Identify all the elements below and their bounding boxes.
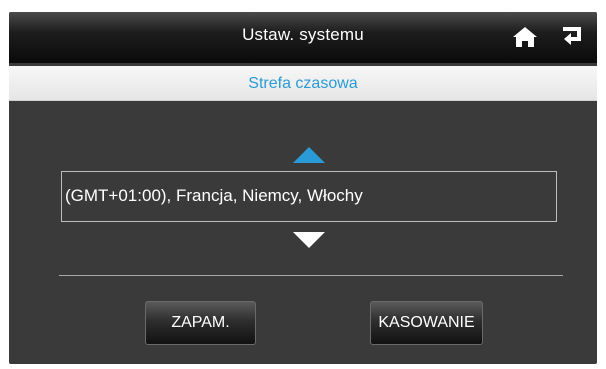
- timezone-value: (GMT+01:00), Francja, Niemcy, Włochy: [65, 186, 363, 205]
- home-icon: [513, 27, 537, 47]
- title-bar: Ustaw. systemu: [9, 12, 597, 63]
- triangle-up-icon: [293, 147, 325, 163]
- home-button[interactable]: [512, 26, 538, 48]
- timezone-field[interactable]: (GMT+01:00), Francja, Niemcy, Włochy: [61, 171, 557, 222]
- section-title: Strefa czasowa: [248, 75, 358, 92]
- triangle-down-icon: [293, 232, 325, 248]
- divider: [59, 275, 563, 276]
- back-button[interactable]: [561, 26, 585, 48]
- previous-timezone-button[interactable]: [292, 145, 326, 165]
- device-screen: Ustaw. systemu Strefa czasowa (GMT+01:00…: [9, 12, 597, 364]
- return-icon: [563, 27, 581, 45]
- section-header: Strefa czasowa: [9, 66, 597, 101]
- next-timezone-button[interactable]: [292, 230, 326, 250]
- screen-title: Ustaw. systemu: [242, 25, 364, 44]
- clear-button[interactable]: KASOWANIE: [370, 301, 483, 345]
- save-button[interactable]: ZAPAM.: [145, 301, 256, 345]
